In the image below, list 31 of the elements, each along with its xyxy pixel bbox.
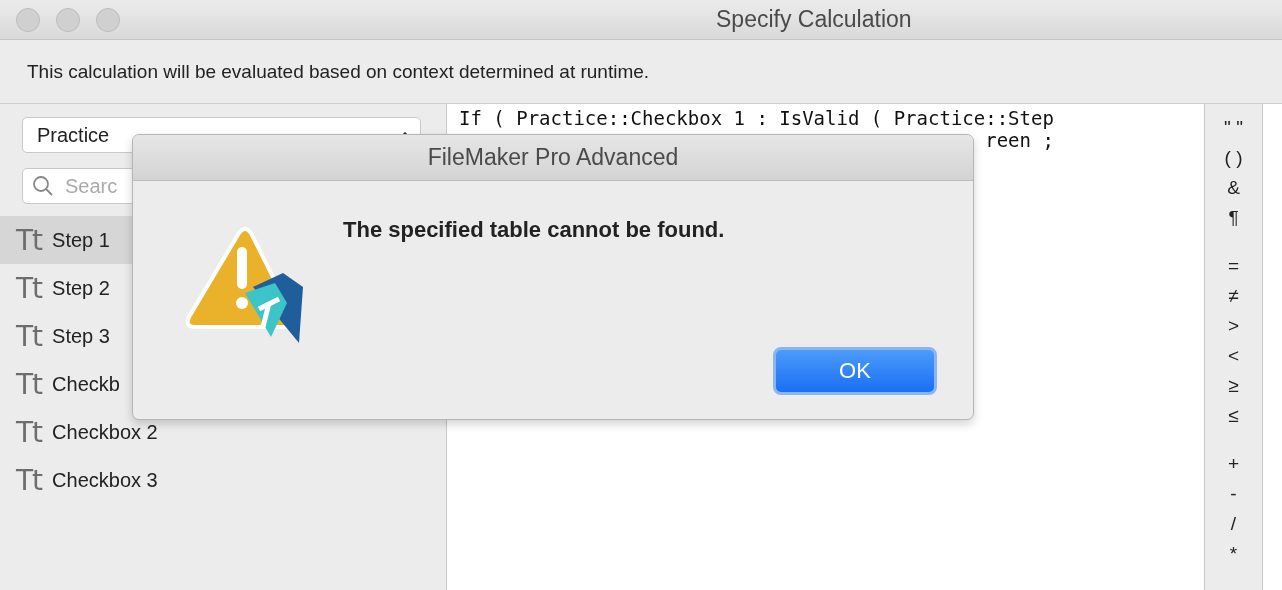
operator-button[interactable]: <	[1227, 344, 1240, 368]
text-field-icon: Tt	[16, 367, 43, 401]
formula-line: If ( Practice::Checkbox 1 : IsValid ( Practice::Step	[459, 107, 1055, 129]
text-field-icon: Tt	[16, 271, 43, 305]
text-field-icon: Tt	[16, 223, 43, 257]
operator-button[interactable]: *	[1229, 542, 1238, 566]
dialog-title: FileMaker Pro Advanced	[133, 135, 973, 181]
ok-button[interactable]: OK	[773, 347, 937, 395]
operator-button[interactable]: &	[1227, 176, 1240, 200]
operator-button[interactable]: =	[1227, 254, 1240, 278]
operator-button[interactable]: ≥	[1228, 374, 1239, 398]
close-button[interactable]	[16, 7, 40, 32]
operator-button[interactable]: ¶	[1228, 206, 1239, 230]
text-field-icon: Tt	[16, 415, 43, 449]
operator-button[interactable]: -	[1230, 482, 1237, 506]
minimize-button[interactable]	[56, 7, 80, 32]
operator-button[interactable]: ( )	[1224, 146, 1243, 170]
operator-button[interactable]: ≠	[1228, 284, 1239, 308]
operator-button[interactable]: ≤	[1228, 404, 1239, 428]
operator-button[interactable]: " "	[1224, 116, 1243, 140]
field-item[interactable]: Tt Checkbox 3	[0, 456, 446, 504]
formula-line: reen ;	[985, 129, 1054, 151]
search-icon	[32, 175, 54, 197]
operator-button[interactable]: +	[1227, 452, 1240, 476]
zoom-button[interactable]	[96, 7, 120, 32]
text-field-icon: Tt	[16, 319, 43, 353]
operator-button[interactable]: >	[1227, 314, 1240, 338]
window-title: Specify Calculation	[716, 6, 912, 33]
text-field-icon: Tt	[16, 463, 43, 497]
operator-button[interactable]: /	[1230, 512, 1237, 536]
alert-message: The specified table cannot be found.	[343, 217, 726, 243]
